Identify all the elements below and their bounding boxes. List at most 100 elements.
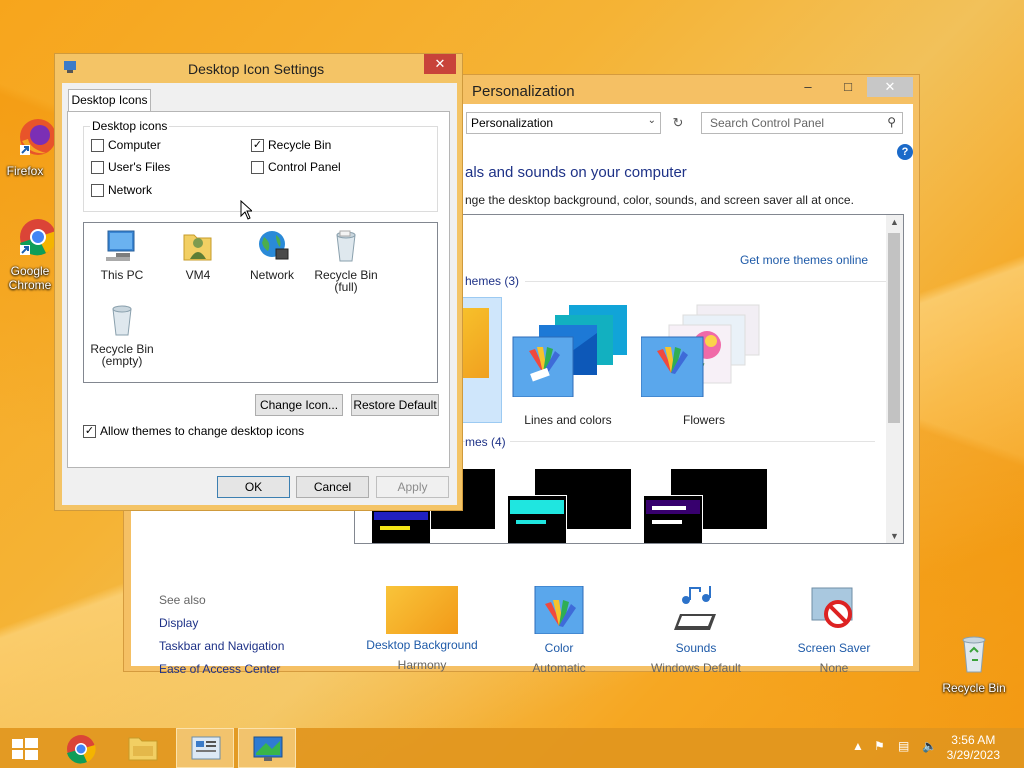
screen-saver-icon [811, 587, 853, 628]
taskbar-chrome[interactable] [52, 728, 110, 768]
search-input[interactable]: Search Control Panel ⚲ [701, 112, 903, 134]
scroll-up-icon[interactable]: ▲ [886, 217, 903, 227]
refresh-icon[interactable]: ↻ [667, 112, 689, 134]
recycle-bin-empty-icon [112, 305, 132, 336]
dialog-close-button[interactable]: ✕ [424, 54, 456, 74]
checkbox-label: Control Panel [268, 160, 341, 174]
show-hidden-icons-button[interactable]: ▲ [852, 739, 864, 753]
theme-flowers[interactable]: Flowers [639, 303, 769, 427]
tab-desktop-icons[interactable]: Desktop Icons [68, 89, 151, 112]
item-subtitle: None [819, 661, 849, 675]
checkbox-box[interactable] [251, 160, 264, 174]
desktop-background-icon [386, 586, 458, 634]
volume-muted-icon[interactable]: 🔈 [922, 739, 937, 753]
link-display[interactable]: Display [159, 616, 198, 630]
checkbox-box[interactable] [91, 138, 104, 152]
checkbox-box[interactable] [91, 183, 104, 197]
taskbar: ▲ ⚑ ▤ 🔈 3:56 AM 3/29/2023 [0, 728, 1024, 768]
network-globe-icon [259, 231, 289, 260]
restore-default-button[interactable]: Restore Default [351, 394, 439, 416]
item-title: Desktop Background [366, 638, 478, 652]
item-title: Sounds [675, 641, 717, 655]
theme-high-contrast-2[interactable] [507, 469, 631, 543]
checkbox-network[interactable]: Network [91, 183, 152, 197]
sounds-item[interactable]: Sounds Windows Default [631, 586, 761, 675]
icon-list[interactable]: This PC VM4 Network Recycle Bin (full) R… [83, 222, 438, 383]
checkbox-computer[interactable]: Computer [91, 138, 161, 152]
theme-high-contrast-3[interactable] [643, 469, 767, 543]
clock-date: 3/29/2023 [946, 748, 1000, 762]
recycle-bin-icon [962, 636, 986, 673]
address-bar[interactable]: Personalization ⌄ [466, 112, 661, 134]
theme-lines-and-colors[interactable]: Lines and colors [503, 303, 633, 427]
checkmark-icon[interactable]: ✓ [83, 424, 96, 438]
scroll-thumb[interactable] [888, 233, 900, 423]
color-item[interactable]: Color Automatic [494, 585, 624, 675]
screen-saver-item[interactable]: Screen Saver None [769, 586, 899, 675]
icon-item-vm4[interactable]: VM4 [162, 229, 234, 281]
theme-thumbnail [512, 305, 627, 397]
checkbox-recycle-bin[interactable]: ✓ Recycle Bin [251, 138, 331, 152]
divider [525, 281, 903, 282]
display-icon [253, 736, 283, 761]
icon-label-line2: (empty) [101, 354, 143, 368]
dialog-app-icon [64, 61, 76, 73]
taskbar-desktop-icon-settings[interactable] [238, 728, 296, 768]
checkbox-box[interactable] [91, 160, 104, 174]
taskbar-file-explorer[interactable] [114, 728, 172, 768]
divider [455, 441, 875, 442]
scroll-down-icon[interactable]: ▼ [886, 531, 903, 541]
maximize-button[interactable]: □ [829, 77, 867, 97]
desktop-background-item[interactable]: Desktop Background Harmony [357, 586, 487, 672]
icon-label: Network [249, 268, 294, 282]
icon-item-recycle-bin-empty[interactable]: Recycle Bin (empty) [86, 303, 158, 367]
page-subheading: nge the desktop background, color, sound… [465, 193, 854, 207]
user-folder-icon [183, 234, 212, 261]
action-center-flag-icon[interactable]: ⚑ [874, 739, 885, 753]
dialog-title: Desktop Icon Settings [188, 61, 325, 77]
ok-button[interactable]: OK [217, 476, 290, 498]
minimize-button[interactable]: – [789, 77, 827, 97]
group-title: Desktop icons [90, 119, 170, 133]
cancel-button[interactable]: Cancel [296, 476, 369, 498]
checkbox-label: Computer [108, 138, 161, 152]
taskbar-control-panel[interactable] [176, 728, 234, 768]
change-icon-button[interactable]: Change Icon... [255, 394, 343, 416]
search-icon[interactable]: ⚲ [887, 115, 896, 129]
search-placeholder: Search Control Panel [710, 116, 825, 130]
link-taskbar-navigation[interactable]: Taskbar and Navigation [159, 639, 284, 653]
installed-themes-label: hemes (3) [465, 274, 520, 288]
checkbox-control-panel[interactable]: Control Panel [251, 160, 341, 174]
close-button[interactable]: ✕ [867, 77, 913, 97]
get-more-themes-link[interactable]: Get more themes online [740, 253, 868, 267]
recycle-bin-full-icon [336, 230, 356, 262]
desktop-icon-recycle-bin[interactable]: Recycle Bin [942, 632, 1006, 695]
item-title: Color [544, 641, 574, 655]
icon-item-network[interactable]: Network [236, 229, 308, 281]
computer-icon [106, 230, 135, 261]
icon-item-this-pc[interactable]: This PC [86, 229, 158, 281]
checkmark-icon[interactable]: ✓ [251, 138, 264, 152]
help-icon[interactable]: ? [897, 144, 913, 160]
address-text: Personalization [471, 116, 554, 130]
network-status-icon[interactable]: ▤ [898, 739, 909, 753]
color-palette-icon [534, 585, 584, 635]
high-contrast-themes-label: mes (4) [465, 435, 510, 449]
desktop-icon-label: Google Chrome [8, 264, 52, 292]
icon-label: This PC [100, 268, 144, 282]
clock-time: 3:56 AM [951, 733, 996, 747]
item-title: Screen Saver [797, 641, 871, 655]
start-button[interactable] [0, 728, 58, 768]
themes-scrollbar[interactable]: ▲ ▼ [886, 215, 903, 543]
item-subtitle: Harmony [397, 658, 447, 672]
desktop-icon-label: Recycle Bin [942, 681, 1006, 695]
system-clock[interactable]: 3:56 AM 3/29/2023 [947, 733, 1000, 763]
theme-label: Flowers [682, 413, 725, 427]
checkbox-allow-themes[interactable]: ✓ Allow themes to change desktop icons [83, 424, 304, 438]
icon-label-line2: (full) [334, 280, 358, 294]
checkbox-users-files[interactable]: User's Files [91, 160, 170, 174]
chevron-down-icon[interactable]: ⌄ [648, 115, 656, 126]
link-ease-of-access[interactable]: Ease of Access Center [159, 662, 280, 676]
apply-button[interactable]: Apply [376, 476, 449, 498]
icon-item-recycle-bin-full[interactable]: Recycle Bin (full) [310, 229, 382, 293]
